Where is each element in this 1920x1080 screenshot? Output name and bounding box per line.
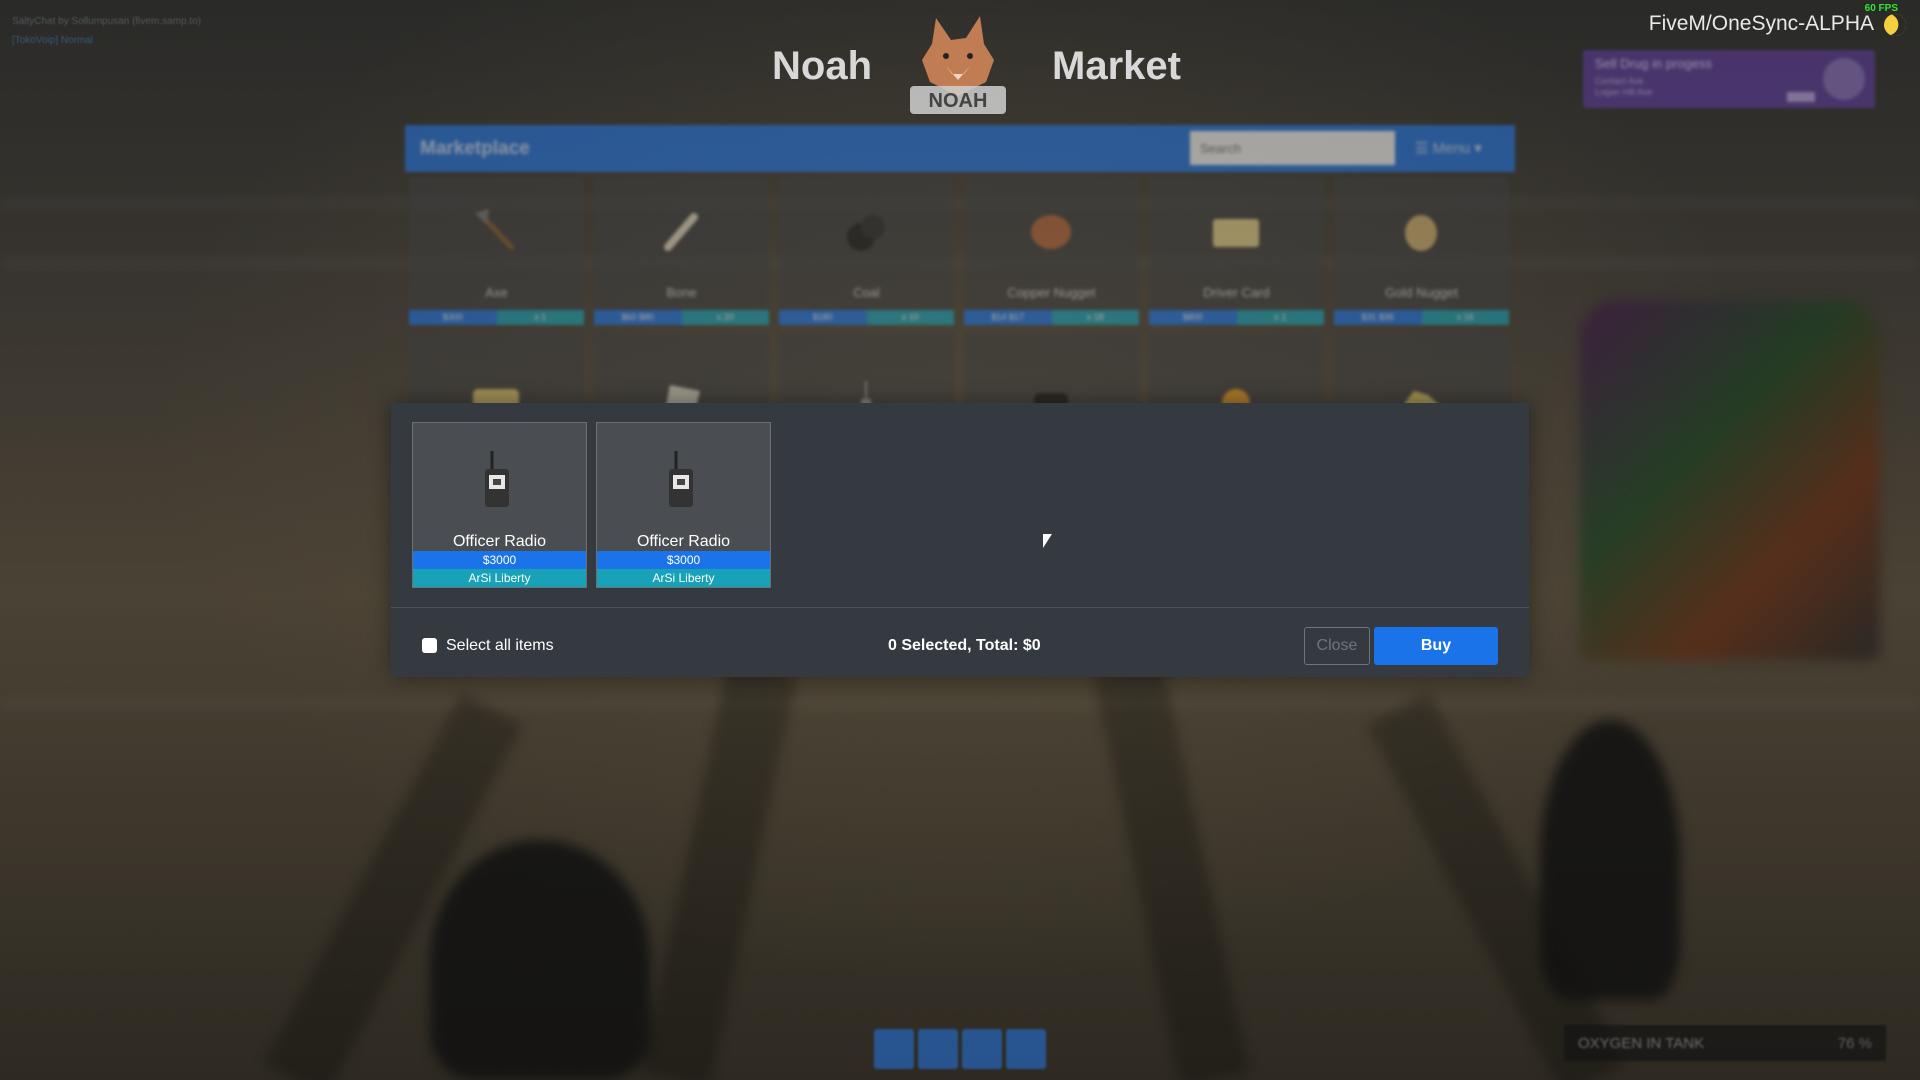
market-item-name: Driver Card <box>1203 285 1270 300</box>
header-title-right: Market <box>1052 44 1181 88</box>
market-item-qty: x 18 <box>1051 310 1139 325</box>
marketplace-title: Marketplace <box>420 138 530 159</box>
axe-icon <box>475 209 515 251</box>
mouse-cursor-icon <box>1043 534 1052 548</box>
market-item-name: Bone <box>666 285 697 300</box>
voip-line-2: [TokoVoip] Normal <box>12 35 94 46</box>
market-item-name: Gold Nugget <box>1385 285 1458 300</box>
arcade-machine <box>1580 300 1880 660</box>
npc-character <box>1540 720 1680 1000</box>
market-item-qty: x 10 <box>866 310 954 325</box>
heart-icon <box>874 1029 914 1069</box>
market-item[interactable] <box>409 333 584 413</box>
voip-status: SaltyChat by Sollumpusan (fivem.samp.to)… <box>12 12 201 50</box>
player-character <box>430 840 650 1080</box>
buy-button[interactable]: Buy <box>1374 627 1498 665</box>
notification-line: Contact Ave <box>1595 76 1644 86</box>
market-item-name: Axe <box>485 285 508 300</box>
modal-item-card[interactable]: Officer Radio $3000 ArSi Liberty <box>412 422 587 588</box>
modal-item-seller: ArSi Liberty <box>597 569 770 587</box>
oxygen-label: OXYGEN IN TANK <box>1578 1035 1705 1052</box>
selection-summary: 0 Selected, Total: $0 <box>888 637 1041 654</box>
notification-logo-icon <box>1823 58 1865 100</box>
market-item-price: $180 <box>779 310 867 325</box>
marketplace-toolbar: Marketplace ☰ Menu ▾ <box>405 125 1515 172</box>
voip-line-1: SaltyChat by Sollumpusan (fivem.samp.to) <box>12 16 201 27</box>
select-all-label[interactable]: Select all items <box>446 637 554 655</box>
market-item[interactable] <box>964 333 1139 415</box>
modal-item-seller: ArSi Liberty <box>413 569 586 587</box>
marketplace-search-input[interactable] <box>1190 131 1395 165</box>
select-all-checkbox[interactable] <box>422 638 437 653</box>
modal-item-price: $3000 <box>413 551 586 569</box>
status-hud <box>874 1029 1046 1069</box>
market-item-price: $60 $80 <box>594 310 682 325</box>
driver-card-icon <box>1213 219 1259 247</box>
marketplace-grid: Axe $300 x 1 Bone $60 $80 x 20 Coal $180… <box>409 177 1509 415</box>
noah-logo-icon: NOAH <box>906 10 1010 122</box>
radio-icon <box>669 451 693 507</box>
market-item[interactable] <box>779 333 954 415</box>
market-item-price: $800 <box>1149 310 1237 325</box>
market-item-copper-nugget[interactable]: Copper Nugget $14 $17 x 18 <box>964 177 1139 325</box>
server-name: FiveM/OneSync-ALPHA <box>1648 12 1874 35</box>
market-item-qty: x 16 <box>1421 310 1509 325</box>
oxygen-value: 76 % <box>1837 1035 1872 1052</box>
purchase-modal: Officer Radio $3000 ArSi Liberty Officer… <box>391 403 1529 677</box>
modal-item-name: Officer Radio <box>636 533 731 550</box>
modal-item-name: Officer Radio <box>452 533 547 550</box>
background-plank <box>640 661 797 1080</box>
market-item-bone[interactable]: Bone $60 $80 x 20 <box>594 177 769 325</box>
market-item-coal[interactable]: Coal $180 x 10 <box>779 177 954 325</box>
gold-nugget-icon <box>1405 215 1437 251</box>
notification-key-hint <box>1787 92 1815 102</box>
market-item[interactable] <box>594 333 769 415</box>
water-drop-icon <box>962 1029 1002 1069</box>
close-button[interactable]: Close <box>1304 627 1370 665</box>
market-item-gold-nugget[interactable]: Gold Nugget $31 $36 x 16 <box>1334 177 1509 325</box>
briefcase-icon <box>918 1029 958 1069</box>
notification-title: Sell Drug in progess <box>1595 56 1713 71</box>
market-item[interactable] <box>1149 333 1324 415</box>
bone-icon <box>664 213 698 251</box>
radio-icon <box>485 451 509 507</box>
market-item-qty: x 20 <box>681 310 769 325</box>
modal-footer: Select all items 0 Selected, Total: $0 C… <box>391 607 1529 677</box>
market-item-qty: x 1 <box>496 310 584 325</box>
modal-item-price: $3000 <box>597 551 770 569</box>
market-item-driver-card[interactable]: Driver Card $800 x 1 <box>1149 177 1324 325</box>
market-item-price: $300 <box>409 310 497 325</box>
market-item-qty: x 1 <box>1236 310 1324 325</box>
notification-toast: Sell Drug in progess Contact Ave Logan H… <box>1583 50 1875 108</box>
notification-details: Contact Ave Logan Hill Ave <box>1595 76 1652 98</box>
market-item-price: $31 $36 <box>1334 310 1422 325</box>
oxygen-indicator: OXYGEN IN TANK 76 % <box>1564 1025 1886 1061</box>
background-plank <box>1093 661 1250 1080</box>
market-item-price: $14 $17 <box>964 310 1052 325</box>
notification-line: Logan Hill Ave <box>1595 87 1653 97</box>
market-item-name: Coal <box>853 285 880 300</box>
svg-text:NOAH: NOAH <box>929 90 988 112</box>
market-item[interactable] <box>1334 333 1509 415</box>
modal-item-card[interactable]: Officer Radio $3000 ArSi Liberty <box>596 422 771 588</box>
market-item-axe[interactable]: Axe $300 x 1 <box>409 177 584 325</box>
market-item-name: Copper Nugget <box>1007 285 1096 300</box>
marketplace-panel: Marketplace ☰ Menu ▾ Axe $300 x 1 Bone $… <box>405 125 1515 415</box>
speaker-icon <box>1006 1029 1046 1069</box>
background-line <box>0 700 1920 706</box>
marketplace-menu-button[interactable]: ☰ Menu ▾ <box>1415 139 1482 157</box>
modal-body: Officer Radio $3000 ArSi Liberty Officer… <box>391 403 1529 607</box>
copper-nugget-icon <box>1031 215 1071 249</box>
coal-icon <box>847 215 885 251</box>
header-title-left: Noah <box>772 44 872 88</box>
